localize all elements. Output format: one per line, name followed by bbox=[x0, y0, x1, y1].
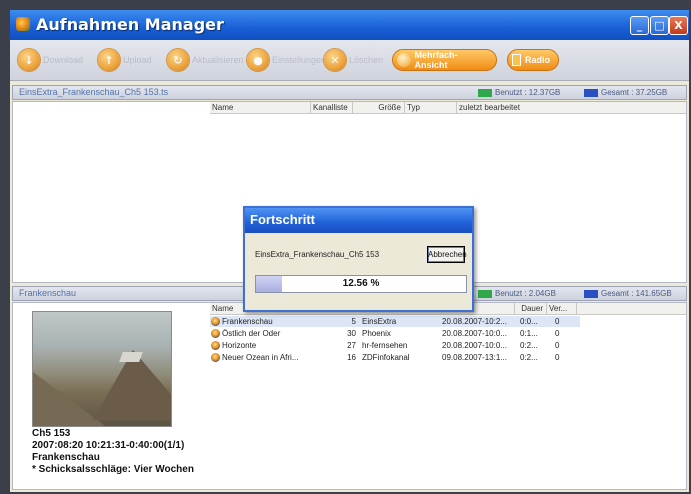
recording-icon bbox=[211, 341, 220, 350]
radio-label: Radio bbox=[524, 55, 550, 65]
col-ver[interactable]: Ver... bbox=[547, 303, 577, 314]
toolbar: ↓ Download ↑ Upload ↻ Aktualisieren ● Ei… bbox=[10, 40, 689, 81]
maximize-button[interactable]: □ bbox=[650, 16, 669, 35]
upload-icon: ↑ bbox=[98, 49, 120, 71]
upload-label: Upload bbox=[123, 55, 152, 65]
download-label: Download bbox=[43, 55, 84, 65]
recording-icon bbox=[211, 329, 220, 338]
rec-name: Neuer Ozean in Afri... bbox=[222, 353, 299, 362]
record-button[interactable]: ● Einstellungen bbox=[247, 48, 326, 72]
top-used-text: Benutzt : 12.37GB bbox=[495, 88, 561, 97]
info-timestamp: 2007:08:20 10:21:31-0:40:00(1/1) bbox=[32, 440, 185, 451]
download-button[interactable]: ↓ Download bbox=[18, 48, 83, 72]
rec-duration: 0:0... bbox=[520, 317, 538, 326]
list-item[interactable]: Frankenschau 5 EinsExtra 20.08.2007-10:2… bbox=[210, 316, 580, 327]
bottom-panel-name: Frankenschau bbox=[19, 288, 77, 298]
total-swatch bbox=[584, 289, 598, 298]
top-panel-filename: EinsExtra_Frankenschau_Ch5 153.ts bbox=[19, 87, 169, 97]
multiview-label: Mehrfach-Ansicht bbox=[414, 50, 458, 70]
cancel-button[interactable]: Abbrechen bbox=[427, 246, 467, 263]
radio-icon bbox=[512, 54, 521, 66]
title-bar[interactable]: Aufnahmen Manager _ □ X bbox=[10, 10, 689, 40]
dialog-title-bar[interactable]: Fortschritt bbox=[245, 208, 472, 233]
rec-date: 09.08.2007-13:1... bbox=[442, 353, 507, 362]
top-total-text: Gesamt : 37.25GB bbox=[601, 88, 668, 97]
multiview-button[interactable]: Mehrfach-Ansicht bbox=[392, 49, 497, 71]
top-total-legend: Gesamt : 37.25GB bbox=[584, 88, 667, 97]
bottom-total-text: Gesamt : 141.65GB bbox=[601, 289, 672, 298]
rec-name: Frankenschau bbox=[222, 317, 273, 326]
delete-icon: ✕ bbox=[324, 49, 346, 71]
rec-duration: 0:1... bbox=[520, 329, 538, 338]
rec-number: 16 bbox=[347, 353, 356, 362]
app-icon bbox=[16, 17, 30, 31]
refresh-icon: ↻ bbox=[167, 49, 189, 71]
close-button[interactable]: X bbox=[669, 16, 688, 35]
recording-icon bbox=[211, 353, 220, 362]
recording-info: Ch5 153 2007:08:20 10:21:31-0:40:00(1/1)… bbox=[32, 428, 194, 476]
progress-dialog: Fortschritt EinsExtra_Frankenschau_Ch5 1… bbox=[243, 206, 474, 312]
rec-number: 5 bbox=[351, 317, 356, 326]
used-swatch bbox=[478, 289, 492, 298]
rec-ver: 0 bbox=[555, 353, 560, 362]
refresh-label: Aktualisieren bbox=[192, 55, 244, 65]
rec-number: 30 bbox=[347, 329, 356, 338]
rec-ver: 0 bbox=[555, 329, 560, 338]
col-typ[interactable]: Typ bbox=[405, 102, 457, 113]
delete-label: Löschen bbox=[349, 55, 384, 65]
upload-button[interactable]: ↑ Upload bbox=[98, 48, 152, 72]
top-used-legend: Benutzt : 12.37GB bbox=[478, 88, 560, 97]
list-item[interactable]: Horizonte 27 hr-fernsehen 20.08.2007-10:… bbox=[210, 340, 580, 351]
rec-name: Östlich der Oder bbox=[222, 329, 281, 338]
col-kanalliste[interactable]: Kanalliste bbox=[311, 102, 353, 113]
list-item[interactable]: Östlich der Oder 30 Phoenix 20.08.2007-1… bbox=[210, 328, 580, 339]
rec-channel: hr-fernsehen bbox=[362, 341, 408, 350]
app-window: Aufnahmen Manager _ □ X ↓ Download ↑ Upl… bbox=[10, 10, 689, 492]
rec-ver: 0 bbox=[555, 341, 560, 350]
col-zuletzt[interactable]: zuletzt bearbeitet bbox=[457, 102, 686, 113]
total-swatch bbox=[584, 88, 598, 97]
col-groesse[interactable]: Größe bbox=[353, 102, 405, 113]
col-dauer[interactable]: Dauer bbox=[515, 303, 547, 314]
top-column-header: Name Kanalliste Größe Typ zuletzt bearbe… bbox=[210, 102, 686, 114]
refresh-button[interactable]: ↻ Aktualisieren bbox=[167, 48, 244, 72]
rec-name: Horizonte bbox=[222, 341, 257, 350]
screenshot-frame: Aufnahmen Manager _ □ X ↓ Download ↑ Upl… bbox=[0, 0, 691, 494]
used-swatch bbox=[478, 88, 492, 97]
bottom-total-legend: Gesamt : 141.65GB bbox=[584, 289, 672, 298]
radio-button[interactable]: Radio bbox=[507, 49, 559, 71]
record-label: Einstellungen bbox=[272, 55, 327, 65]
rec-channel: EinsExtra bbox=[362, 317, 397, 326]
info-title: Frankenschau bbox=[32, 452, 100, 463]
dialog-title: Fortschritt bbox=[250, 212, 315, 227]
rec-number: 27 bbox=[347, 341, 356, 350]
list-item[interactable]: Neuer Ozean in Afri... 16 ZDFinfokanal 0… bbox=[210, 352, 580, 363]
delete-button[interactable]: ✕ Löschen bbox=[324, 48, 383, 72]
rec-date: 20.08.2007-10:2... bbox=[442, 317, 507, 326]
rec-duration: 0:2... bbox=[520, 341, 538, 350]
rec-channel: ZDFinfokanal bbox=[362, 353, 410, 362]
info-channel: Ch5 153 bbox=[32, 428, 71, 439]
window-title: Aufnahmen Manager bbox=[36, 15, 224, 34]
bottom-used-legend: Benutzt : 2.04GB bbox=[478, 289, 556, 298]
rec-channel: Phoenix bbox=[362, 329, 391, 338]
progress-bar: 12.56 % bbox=[255, 275, 467, 293]
info-episode: * Schicksalsschläge: Vier Wochen bbox=[32, 464, 194, 475]
col-name[interactable]: Name bbox=[210, 102, 311, 113]
progress-text: 12.56 % bbox=[342, 278, 380, 289]
multiview-icon bbox=[397, 53, 411, 67]
record-icon: ● bbox=[247, 49, 269, 71]
recording-icon bbox=[211, 317, 220, 326]
rec-date: 20.08.2007-10:0... bbox=[442, 329, 507, 338]
rec-ver: 0 bbox=[555, 317, 560, 326]
download-icon: ↓ bbox=[18, 49, 40, 71]
rec-duration: 0:2... bbox=[520, 353, 538, 362]
minimize-button[interactable]: _ bbox=[630, 16, 649, 35]
bottom-used-text: Benutzt : 2.04GB bbox=[495, 289, 556, 298]
top-panel-header: EinsExtra_Frankenschau_Ch5 153.ts Benutz… bbox=[12, 85, 687, 100]
dialog-filename: EinsExtra_Frankenschau_Ch5 153 bbox=[255, 250, 380, 259]
rec-date: 20.08.2007-10:0... bbox=[442, 341, 507, 350]
preview-thumbnail bbox=[32, 311, 172, 427]
